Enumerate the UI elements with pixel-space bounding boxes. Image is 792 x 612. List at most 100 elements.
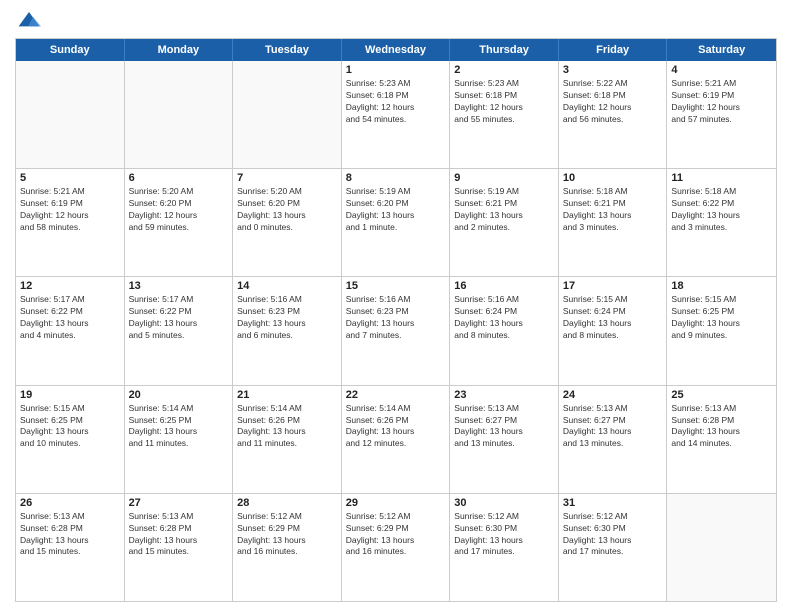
calendar-row-4: 19Sunrise: 5:15 AM Sunset: 6:25 PM Dayli… [16,385,776,493]
logo-icon [17,10,41,30]
day-info: Sunrise: 5:23 AM Sunset: 6:18 PM Dayligh… [346,78,446,126]
day-cell-1: 1 Sunrise: 5:23 AM Sunset: 6:18 PM Daylig… [342,61,451,168]
day-number: 31 [563,497,663,509]
day-cell-31: 31 Sunrise: 5:12 AM Sunset: 6:30 PM Dayli… [559,494,668,601]
day-number: 13 [129,280,229,292]
day-cell-21: 21 Sunrise: 5:14 AM Sunset: 6:26 PM Dayli… [233,386,342,493]
day-number: 12 [20,280,120,292]
day-cell-22: 22 Sunrise: 5:14 AM Sunset: 6:26 PM Dayli… [342,386,451,493]
day-info: Sunrise: 5:20 AM Sunset: 6:20 PM Dayligh… [129,186,229,234]
calendar-row-2: 5 Sunrise: 5:21 AM Sunset: 6:19 PM Daylig… [16,168,776,276]
weekday-header-wednesday: Wednesday [342,39,451,61]
empty-cell [233,61,342,168]
day-info: Sunrise: 5:15 AM Sunset: 6:24 PM Dayligh… [563,294,663,342]
day-info: Sunrise: 5:13 AM Sunset: 6:28 PM Dayligh… [671,403,772,451]
day-info: Sunrise: 5:23 AM Sunset: 6:18 PM Dayligh… [454,78,554,126]
day-cell-17: 17 Sunrise: 5:15 AM Sunset: 6:24 PM Dayli… [559,277,668,384]
day-info: Sunrise: 5:14 AM Sunset: 6:25 PM Dayligh… [129,403,229,451]
day-info: Sunrise: 5:14 AM Sunset: 6:26 PM Dayligh… [346,403,446,451]
weekday-header-saturday: Saturday [667,39,776,61]
day-number: 10 [563,172,663,184]
day-number: 14 [237,280,337,292]
day-info: Sunrise: 5:16 AM Sunset: 6:24 PM Dayligh… [454,294,554,342]
day-info: Sunrise: 5:15 AM Sunset: 6:25 PM Dayligh… [671,294,772,342]
day-info: Sunrise: 5:13 AM Sunset: 6:28 PM Dayligh… [20,511,120,559]
day-number: 15 [346,280,446,292]
day-cell-4: 4 Sunrise: 5:21 AM Sunset: 6:19 PM Daylig… [667,61,776,168]
day-number: 6 [129,172,229,184]
day-cell-14: 14 Sunrise: 5:16 AM Sunset: 6:23 PM Dayli… [233,277,342,384]
day-cell-18: 18 Sunrise: 5:15 AM Sunset: 6:25 PM Dayli… [667,277,776,384]
day-number: 9 [454,172,554,184]
day-number: 20 [129,389,229,401]
weekday-header-monday: Monday [125,39,234,61]
header [15,10,777,30]
day-cell-6: 6 Sunrise: 5:20 AM Sunset: 6:20 PM Daylig… [125,169,234,276]
page: SundayMondayTuesdayWednesdayThursdayFrid… [0,0,792,612]
day-number: 27 [129,497,229,509]
day-number: 5 [20,172,120,184]
day-info: Sunrise: 5:13 AM Sunset: 6:27 PM Dayligh… [563,403,663,451]
day-number: 8 [346,172,446,184]
day-cell-23: 23Sunrise: 5:13 AM Sunset: 6:27 PM Dayli… [450,386,559,493]
weekday-header-tuesday: Tuesday [233,39,342,61]
calendar-row-1: 1 Sunrise: 5:23 AM Sunset: 6:18 PM Daylig… [16,61,776,168]
day-number: 23 [454,389,554,401]
day-cell-12: 12 Sunrise: 5:17 AM Sunset: 6:22 PM Dayli… [16,277,125,384]
day-info: Sunrise: 5:13 AM Sunset: 6:28 PM Dayligh… [129,511,229,559]
logo [15,10,41,30]
day-info: Sunrise: 5:17 AM Sunset: 6:22 PM Dayligh… [20,294,120,342]
day-cell-26: 26Sunrise: 5:13 AM Sunset: 6:28 PM Dayli… [16,494,125,601]
calendar-header: SundayMondayTuesdayWednesdayThursdayFrid… [16,39,776,61]
day-number: 1 [346,64,446,76]
day-cell-27: 27 Sunrise: 5:13 AM Sunset: 6:28 PM Dayli… [125,494,234,601]
day-info: Sunrise: 5:14 AM Sunset: 6:26 PM Dayligh… [237,403,337,451]
day-cell-5: 5 Sunrise: 5:21 AM Sunset: 6:19 PM Daylig… [16,169,125,276]
calendar-row-5: 26Sunrise: 5:13 AM Sunset: 6:28 PM Dayli… [16,493,776,601]
day-cell-13: 13 Sunrise: 5:17 AM Sunset: 6:22 PM Dayli… [125,277,234,384]
day-number: 2 [454,64,554,76]
day-cell-29: 29Sunrise: 5:12 AM Sunset: 6:29 PM Dayli… [342,494,451,601]
day-cell-24: 24Sunrise: 5:13 AM Sunset: 6:27 PM Dayli… [559,386,668,493]
day-info: Sunrise: 5:17 AM Sunset: 6:22 PM Dayligh… [129,294,229,342]
day-number: 3 [563,64,663,76]
day-cell-20: 20 Sunrise: 5:14 AM Sunset: 6:25 PM Dayli… [125,386,234,493]
day-cell-25: 25 Sunrise: 5:13 AM Sunset: 6:28 PM Dayli… [667,386,776,493]
day-cell-16: 16 Sunrise: 5:16 AM Sunset: 6:24 PM Dayli… [450,277,559,384]
day-cell-10: 10Sunrise: 5:18 AM Sunset: 6:21 PM Dayli… [559,169,668,276]
day-info: Sunrise: 5:21 AM Sunset: 6:19 PM Dayligh… [20,186,120,234]
day-cell-3: 3 Sunrise: 5:22 AM Sunset: 6:18 PM Daylig… [559,61,668,168]
day-info: Sunrise: 5:19 AM Sunset: 6:20 PM Dayligh… [346,186,446,234]
day-number: 7 [237,172,337,184]
calendar-row-3: 12 Sunrise: 5:17 AM Sunset: 6:22 PM Dayli… [16,276,776,384]
day-info: Sunrise: 5:19 AM Sunset: 6:21 PM Dayligh… [454,186,554,234]
day-number: 28 [237,497,337,509]
day-info: Sunrise: 5:20 AM Sunset: 6:20 PM Dayligh… [237,186,337,234]
day-cell-7: 7 Sunrise: 5:20 AM Sunset: 6:20 PM Daylig… [233,169,342,276]
day-number: 17 [563,280,663,292]
day-number: 22 [346,389,446,401]
day-info: Sunrise: 5:12 AM Sunset: 6:29 PM Dayligh… [346,511,446,559]
day-info: Sunrise: 5:16 AM Sunset: 6:23 PM Dayligh… [346,294,446,342]
empty-cell [667,494,776,601]
day-cell-19: 19Sunrise: 5:15 AM Sunset: 6:25 PM Dayli… [16,386,125,493]
day-cell-11: 11Sunrise: 5:18 AM Sunset: 6:22 PM Dayli… [667,169,776,276]
day-number: 18 [671,280,772,292]
day-cell-28: 28 Sunrise: 5:12 AM Sunset: 6:29 PM Dayli… [233,494,342,601]
day-info: Sunrise: 5:12 AM Sunset: 6:29 PM Dayligh… [237,511,337,559]
day-info: Sunrise: 5:22 AM Sunset: 6:18 PM Dayligh… [563,78,663,126]
day-info: Sunrise: 5:12 AM Sunset: 6:30 PM Dayligh… [563,511,663,559]
day-cell-9: 9 Sunrise: 5:19 AM Sunset: 6:21 PM Daylig… [450,169,559,276]
day-info: Sunrise: 5:16 AM Sunset: 6:23 PM Dayligh… [237,294,337,342]
logo-text [15,10,41,30]
day-info: Sunrise: 5:21 AM Sunset: 6:19 PM Dayligh… [671,78,772,126]
day-cell-8: 8 Sunrise: 5:19 AM Sunset: 6:20 PM Daylig… [342,169,451,276]
day-number: 16 [454,280,554,292]
day-info: Sunrise: 5:15 AM Sunset: 6:25 PM Dayligh… [20,403,120,451]
day-number: 21 [237,389,337,401]
empty-cell [125,61,234,168]
weekday-header-friday: Friday [559,39,668,61]
day-number: 4 [671,64,772,76]
day-number: 25 [671,389,772,401]
day-cell-15: 15 Sunrise: 5:16 AM Sunset: 6:23 PM Dayli… [342,277,451,384]
